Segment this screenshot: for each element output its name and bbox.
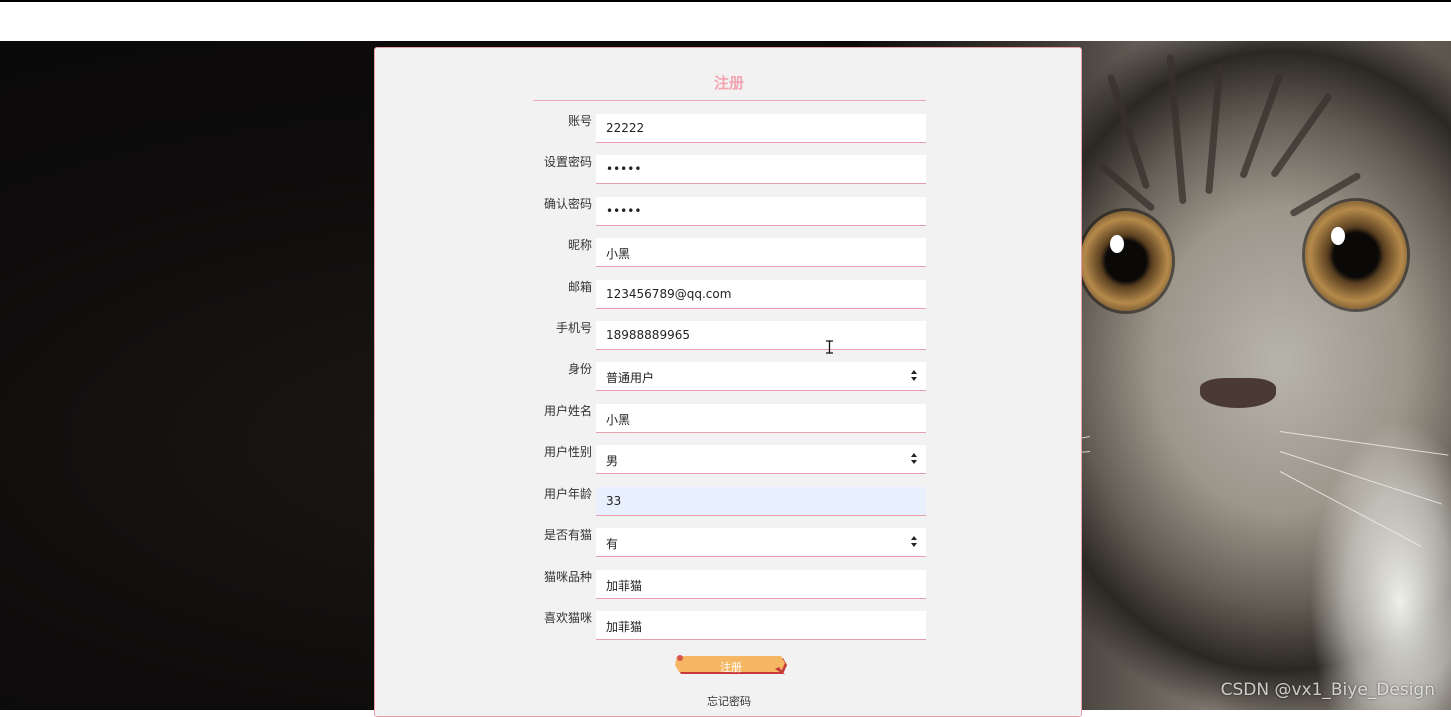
cat-nose: [1200, 378, 1276, 408]
field-value: 加菲猫: [606, 620, 643, 634]
form-row-email: 邮箱 123456789@qq.com: [375, 280, 1081, 310]
real-name-input[interactable]: 小黑: [596, 404, 926, 433]
field-label: 设置密码: [543, 155, 592, 169]
field-label: 昵称: [567, 238, 592, 252]
field-value: 普通用户: [606, 371, 655, 385]
age-input[interactable]: 33: [596, 487, 926, 516]
cat-right-eye: [1305, 201, 1407, 309]
up-down-arrows-icon: [910, 452, 918, 466]
form-row-cat-breed: 猫咪品种 加菲猫: [375, 570, 1081, 600]
field-value: 有: [606, 537, 619, 551]
form-row-confirm-password: 确认密码 •••••: [375, 197, 1081, 227]
field-label: 确认密码: [543, 197, 592, 211]
field-value: 33: [606, 494, 622, 508]
form-row-age: 用户年龄 33: [375, 487, 1081, 517]
cat-left-eye: [1080, 211, 1172, 311]
form-row-password: 设置密码 •••••: [375, 155, 1081, 185]
form-row-favorite-cat: 喜欢猫咪 加菲猫: [375, 611, 1081, 641]
field-label: 用户性别: [543, 445, 592, 459]
form-title: 注册: [713, 74, 744, 92]
account-input[interactable]: 22222: [596, 114, 926, 143]
phone-input[interactable]: 18988889965: [596, 321, 926, 350]
field-label: 用户年龄: [543, 487, 592, 501]
field-label: 用户姓名: [543, 404, 592, 418]
register-button-label: 注册: [720, 661, 742, 674]
field-label: 邮箱: [567, 280, 592, 294]
gender-select[interactable]: 男: [596, 445, 926, 474]
favorite-cat-input[interactable]: 加菲猫: [596, 611, 926, 640]
field-label: 喜欢猫咪: [543, 611, 592, 625]
form-row-nickname: 昵称 小黑: [375, 238, 1081, 268]
form-row-gender: 用户性别 男: [375, 445, 1081, 475]
form-row-real-name: 用户姓名 小黑: [375, 404, 1081, 434]
field-value: 22222: [606, 121, 645, 135]
cat-breed-input[interactable]: 加菲猫: [596, 570, 926, 599]
field-value: 小黑: [606, 413, 631, 427]
field-value: 小黑: [606, 247, 631, 261]
up-down-arrows-icon: [910, 369, 918, 383]
nickname-input[interactable]: 小黑: [596, 238, 926, 267]
form-row-phone: 手机号 18988889965: [375, 321, 1081, 351]
watermark: CSDN @vx1_Biye_Design: [1220, 680, 1435, 700]
field-label: 身份: [567, 362, 592, 376]
email-input[interactable]: 123456789@qq.com: [596, 280, 926, 309]
up-down-arrows-icon: [910, 535, 918, 549]
top-border: [0, 0, 1451, 2]
register-form-panel: 注册 账号 22222 设置密码 ••••• 确认密码 ••••• 昵称 小黑 …: [374, 47, 1082, 717]
field-label: 账号: [567, 114, 592, 128]
form-row-account: 账号 22222: [375, 114, 1081, 144]
identity-select[interactable]: 普通用户: [596, 362, 926, 391]
forgot-password-link[interactable]: 忘记密码: [375, 693, 1081, 709]
field-label: 是否有猫: [543, 528, 592, 542]
field-label: 猫咪品种: [543, 570, 592, 584]
form-row-has-cat: 是否有猫 有: [375, 528, 1081, 558]
field-value: 加菲猫: [606, 579, 643, 593]
text-cursor-icon: [826, 340, 833, 354]
password-input[interactable]: •••••: [596, 155, 926, 184]
has-cat-select[interactable]: 有: [596, 528, 926, 557]
field-value: 18988889965: [606, 328, 690, 342]
confirm-password-input[interactable]: •••••: [596, 197, 926, 226]
title-divider: [533, 100, 926, 101]
field-label: 手机号: [555, 321, 592, 335]
field-value: 123456789@qq.com: [606, 287, 732, 301]
form-row-identity: 身份 普通用户: [375, 362, 1081, 392]
field-value: •••••: [606, 204, 642, 218]
field-value: 男: [606, 454, 619, 468]
field-value: •••••: [606, 162, 642, 176]
register-button[interactable]: 注册: [675, 655, 787, 677]
